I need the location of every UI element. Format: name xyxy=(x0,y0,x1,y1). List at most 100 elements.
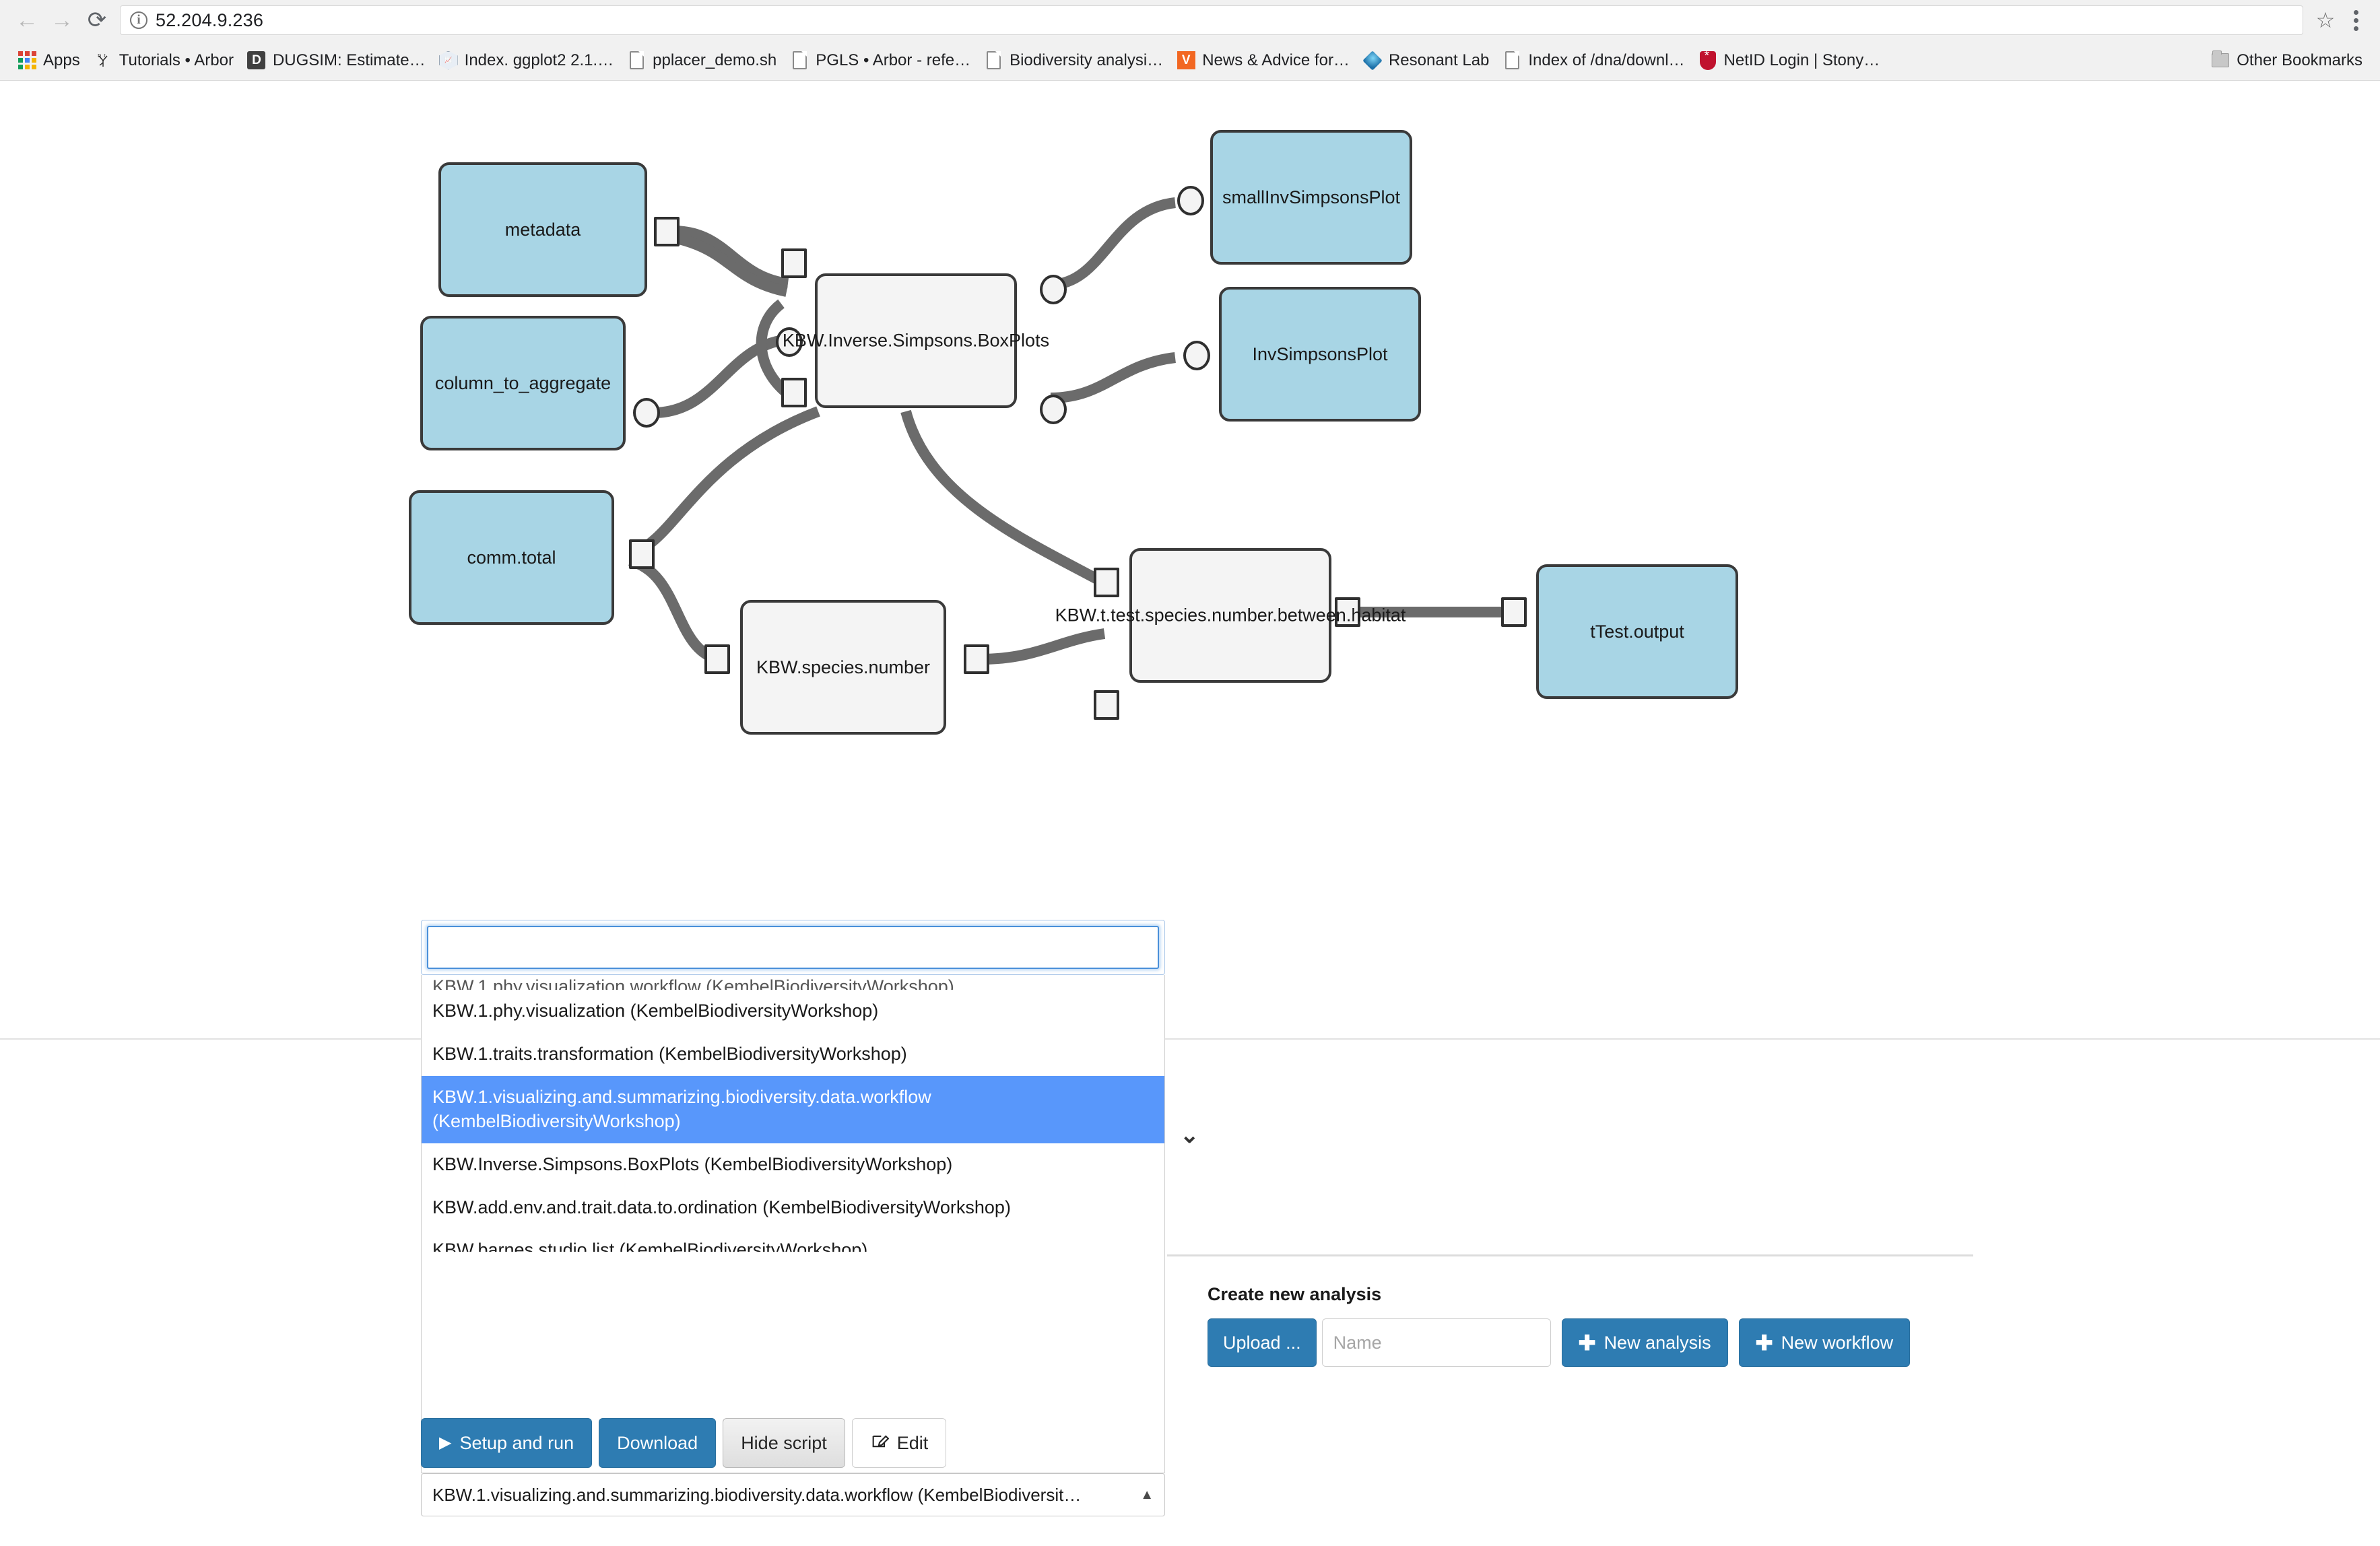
plus-icon: ✚ xyxy=(1755,1331,1773,1355)
node-column-to-aggregate[interactable]: column_to_aggregate xyxy=(420,316,626,450)
node-label: tTest.output xyxy=(1590,621,1684,642)
browser-toolbar: ← → ⟳ i 52.204.9.236 ☆ xyxy=(0,0,2380,40)
port-metadata-out[interactable] xyxy=(654,217,680,246)
bookmark-label: NetID Login | Stony… xyxy=(1723,51,1880,69)
bookmark-label: Index of /dna/downl… xyxy=(1528,51,1685,69)
bookmark-label: News & Advice for… xyxy=(1202,51,1350,69)
plus-icon: ✚ xyxy=(1578,1331,1596,1355)
other-bookmarks-button[interactable]: Other Bookmarks xyxy=(2204,45,2369,76)
edit-button[interactable]: Edit xyxy=(851,1418,947,1468)
horizontal-divider xyxy=(0,1038,2380,1040)
bookmark-label: DUGSIM: Estimate… xyxy=(272,51,426,69)
node-small-inv-simpsons-plot[interactable]: smallInvSimpsonsPlot xyxy=(1210,130,1412,265)
back-arrow-icon[interactable]: ← xyxy=(9,3,44,38)
bookmark-netid-login[interactable]: NetID Login | Stony… xyxy=(1692,45,1887,76)
port-species-number-in[interactable] xyxy=(704,644,730,674)
bookmarks-bar: Apps D J Tutorials • Arbor D DUGSIM: Est… xyxy=(0,40,2380,81)
list-item[interactable]: KBW.Inverse.Simpsons.BoxPlots (KembelBio… xyxy=(422,1143,1164,1186)
analysis-name-input[interactable] xyxy=(1321,1318,1551,1367)
node-kbw-species-number[interactable]: KBW.species.number xyxy=(740,600,946,735)
document-icon xyxy=(790,51,809,70)
setup-and-run-button[interactable]: ▶ Setup and run xyxy=(421,1418,593,1468)
other-bookmarks-label: Other Bookmarks xyxy=(2237,51,2362,69)
node-label: smallInvSimpsonsPlot xyxy=(1222,187,1401,207)
script-action-toolbar: ▶ Setup and run Download Hide script Edi… xyxy=(421,1418,947,1468)
node-kbw-inverse-simpsons-boxplots[interactable]: KBW.Inverse.Simpsons.BoxPlots xyxy=(783,273,1049,408)
reload-icon[interactable]: ⟳ xyxy=(79,3,114,38)
hide-script-label: Hide script xyxy=(741,1432,827,1453)
hide-script-button[interactable]: Hide script xyxy=(723,1418,845,1468)
address-bar[interactable]: i 52.204.9.236 xyxy=(120,5,2303,35)
forward-arrow-icon[interactable]: → xyxy=(44,3,79,38)
list-item[interactable]: KBW.add.env.and.trait.data.to.ordination… xyxy=(422,1186,1164,1230)
node-label: KBW.Inverse.Simpsons.BoxPlots xyxy=(782,330,1050,351)
edit-label: Edit xyxy=(896,1432,929,1453)
bookmark-apps[interactable]: Apps xyxy=(11,45,87,76)
port-boxplots-in-3[interactable] xyxy=(781,378,807,407)
new-analysis-label: New analysis xyxy=(1604,1332,1711,1353)
bookmark-pplacer-demo[interactable]: pplacer_demo.sh xyxy=(620,45,783,76)
bookmark-pgls-arbor[interactable]: PGLS • Arbor - refe… xyxy=(783,45,977,76)
upload-button[interactable]: Upload ... xyxy=(1208,1318,1317,1367)
port-inv-simpsons-plot-in[interactable] xyxy=(1183,341,1210,370)
workflow-graph-canvas[interactable]: metadata column_to_aggregate comm.total … xyxy=(0,81,2380,943)
pencil-square-icon xyxy=(870,1432,890,1455)
new-analysis-button[interactable]: ✚ New analysis xyxy=(1561,1318,1728,1367)
node-kbw-t-test-species-number-between-habitat[interactable]: KBW.t.test.species.number.between.habita… xyxy=(1055,548,1406,683)
svg-text:D: D xyxy=(98,53,101,59)
bookmark-biodiversity-analysis[interactable]: Biodiversity analysi… xyxy=(977,45,1170,76)
bookmark-dugsim[interactable]: D DUGSIM: Estimate… xyxy=(240,45,432,76)
workflow-options-list[interactable]: KBW.1.phy.visualization.workflow (Kembel… xyxy=(421,975,1165,1473)
selected-workflow-label: KBW.1.visualizing.and.summarizing.biodiv… xyxy=(432,1484,1082,1505)
bookmark-index-dna-download[interactable]: Index of /dna/downl… xyxy=(1496,45,1691,76)
document-icon xyxy=(627,51,646,70)
site-info-icon[interactable]: i xyxy=(130,11,147,29)
create-new-analysis-controls: Upload ... ✚ New analysis ✚ New workflow xyxy=(1208,1318,1911,1367)
chrome-menu-icon[interactable] xyxy=(2341,3,2371,38)
document-icon xyxy=(1502,51,1521,70)
node-metadata[interactable]: metadata xyxy=(438,162,647,297)
port-comm-total-out[interactable] xyxy=(629,539,655,569)
bookmark-label: Resonant Lab xyxy=(1388,51,1490,69)
list-item-partial[interactable]: KBW.1.phy.visualization.workflow (Kembel… xyxy=(422,975,1164,990)
bookmark-resonant-lab[interactable]: Resonant Lab xyxy=(1356,45,1496,76)
node-comm-total[interactable]: comm.total xyxy=(409,490,614,625)
port-ttest-in-1[interactable] xyxy=(1094,568,1119,597)
svg-text:J: J xyxy=(104,53,106,59)
chevron-down-icon[interactable]: ⌄ xyxy=(1180,1124,1199,1147)
bookmark-label: pplacer_demo.sh xyxy=(653,51,777,69)
port-boxplots-out-2[interactable] xyxy=(1040,395,1067,424)
list-item[interactable]: KBW.1.phy.visualization (KembelBiodivers… xyxy=(422,990,1164,1033)
port-species-number-out[interactable] xyxy=(964,644,989,674)
list-item-selected[interactable]: KBW.1.visualizing.and.summarizing.biodiv… xyxy=(422,1075,1164,1143)
port-boxplots-out-1[interactable] xyxy=(1040,275,1067,304)
bookmark-ggplot2[interactable]: 📈 Index. ggplot2 2.1.… xyxy=(432,45,620,76)
new-workflow-button[interactable]: ✚ New workflow xyxy=(1738,1318,1911,1367)
list-item-partial[interactable]: KBW.barnes.studio.list (KembelBiodiversi… xyxy=(422,1229,1164,1252)
node-ttest-output[interactable]: tTest.output xyxy=(1536,564,1738,699)
port-ttest-output-in[interactable] xyxy=(1501,597,1527,627)
workflow-search-box[interactable] xyxy=(421,920,1165,975)
workflow-select-closed-value[interactable]: KBW.1.visualizing.and.summarizing.biodiv… xyxy=(421,1473,1165,1516)
bookmark-tutorials-arbor[interactable]: D J Tutorials • Arbor xyxy=(87,45,240,76)
workflow-search-input[interactable] xyxy=(427,926,1159,969)
port-boxplots-in-1[interactable] xyxy=(781,248,807,278)
letter-d-icon: D xyxy=(247,51,266,70)
section-divider xyxy=(1167,1254,1973,1256)
bookmark-star-icon[interactable]: ☆ xyxy=(2310,5,2341,36)
folder-icon xyxy=(2211,51,2230,70)
port-column-to-aggregate-out[interactable] xyxy=(633,398,660,428)
caret-up-icon[interactable]: ▲ xyxy=(1133,1487,1154,1503)
node-inv-simpsons-plot[interactable]: InvSimpsonsPlot xyxy=(1219,287,1421,422)
bookmark-label: Index. ggplot2 2.1.… xyxy=(464,51,614,69)
bookmark-news-advice[interactable]: V News & Advice for… xyxy=(1170,45,1356,76)
port-small-inv-plot-in[interactable] xyxy=(1177,186,1204,215)
port-ttest-in-2[interactable] xyxy=(1094,690,1119,720)
bookmark-label: Biodiversity analysi… xyxy=(1010,51,1164,69)
download-button[interactable]: Download xyxy=(599,1418,717,1468)
create-new-analysis-title: Create new analysis xyxy=(1208,1284,1382,1304)
create-new-analysis-panel: Create new analysis Upload ... ✚ New ana… xyxy=(1208,1284,1911,1367)
list-item[interactable]: KBW.1.traits.transformation (KembelBiodi… xyxy=(422,1033,1164,1076)
bookmark-label: PGLS • Arbor - refe… xyxy=(816,51,971,69)
bookmark-label: Tutorials • Arbor xyxy=(119,51,234,69)
